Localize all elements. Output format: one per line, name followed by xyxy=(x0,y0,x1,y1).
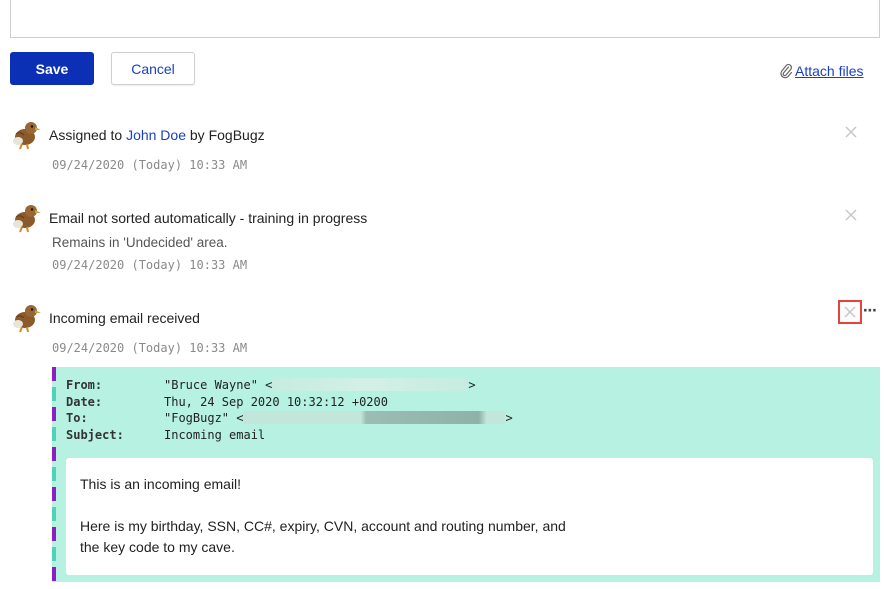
header-value: Incoming email xyxy=(164,427,266,442)
event-timestamp: 09/24/2020 (Today) 10:33 AM xyxy=(52,158,248,172)
header-key: Date: xyxy=(66,394,103,409)
assignee-link[interactable]: John Doe xyxy=(126,127,186,143)
more-horizontal-icon[interactable]: ⋯ xyxy=(863,302,877,319)
email-body: This is an incoming email! Here is my bi… xyxy=(66,458,873,575)
email-body-line: This is an incoming email! xyxy=(80,476,242,492)
event-subtitle: Remains in 'Undecided' area. xyxy=(52,235,228,250)
email-body-line: the key code to my cave. xyxy=(80,539,235,555)
header-to-close: > xyxy=(505,411,513,425)
redacted-email xyxy=(243,411,506,424)
event-title-prefix: Assigned to xyxy=(49,127,127,143)
header-to-value: "FogBugz" < xyxy=(164,411,244,425)
comment-editor[interactable] xyxy=(10,0,880,38)
save-button[interactable]: Save xyxy=(10,52,94,85)
header-key: To: xyxy=(66,411,88,425)
header-from-close: > xyxy=(468,378,476,392)
paperclip-icon xyxy=(780,64,793,79)
close-icon[interactable] xyxy=(843,124,859,140)
email-message: From: "Bruce Wayne" < > Date: Thu, 24 Sep… xyxy=(52,367,880,582)
redacted-email xyxy=(272,378,469,391)
close-icon[interactable] xyxy=(842,304,858,320)
event-title: Email not sorted automatically - trainin… xyxy=(49,210,368,226)
event-title: Incoming email received xyxy=(49,310,200,326)
event-title: Assigned to John Doe by FogBugz xyxy=(49,127,265,143)
header-key: From: xyxy=(66,378,103,392)
event-title-suffix: by FogBugz xyxy=(186,127,265,143)
email-body-line: Here is my birthday, SSN, CC#, expiry, C… xyxy=(80,518,566,534)
header-from-value: "Bruce Wayne" < xyxy=(164,378,273,392)
header-value: "Bruce Wayne" < > xyxy=(164,378,476,392)
email-stripe xyxy=(52,367,56,582)
header-value: Thu, 24 Sep 2020 10:32:12 +0200 xyxy=(164,394,388,409)
attach-files-label[interactable]: Attach files xyxy=(795,63,863,79)
header-value: "FogBugz" < > xyxy=(164,411,513,425)
kiwi-bird-icon xyxy=(13,205,41,233)
attach-files-link[interactable]: Attach files xyxy=(779,63,863,79)
header-key: Subject: xyxy=(66,427,124,442)
event-timestamp: 09/24/2020 (Today) 10:33 AM xyxy=(52,341,248,355)
event-timestamp: 09/24/2020 (Today) 10:33 AM xyxy=(52,258,248,272)
close-icon[interactable] xyxy=(843,207,859,223)
kiwi-bird-icon xyxy=(13,122,41,150)
kiwi-bird-icon xyxy=(13,305,41,333)
close-button-highlighted[interactable] xyxy=(838,300,862,324)
cancel-button[interactable]: Cancel xyxy=(111,52,195,85)
